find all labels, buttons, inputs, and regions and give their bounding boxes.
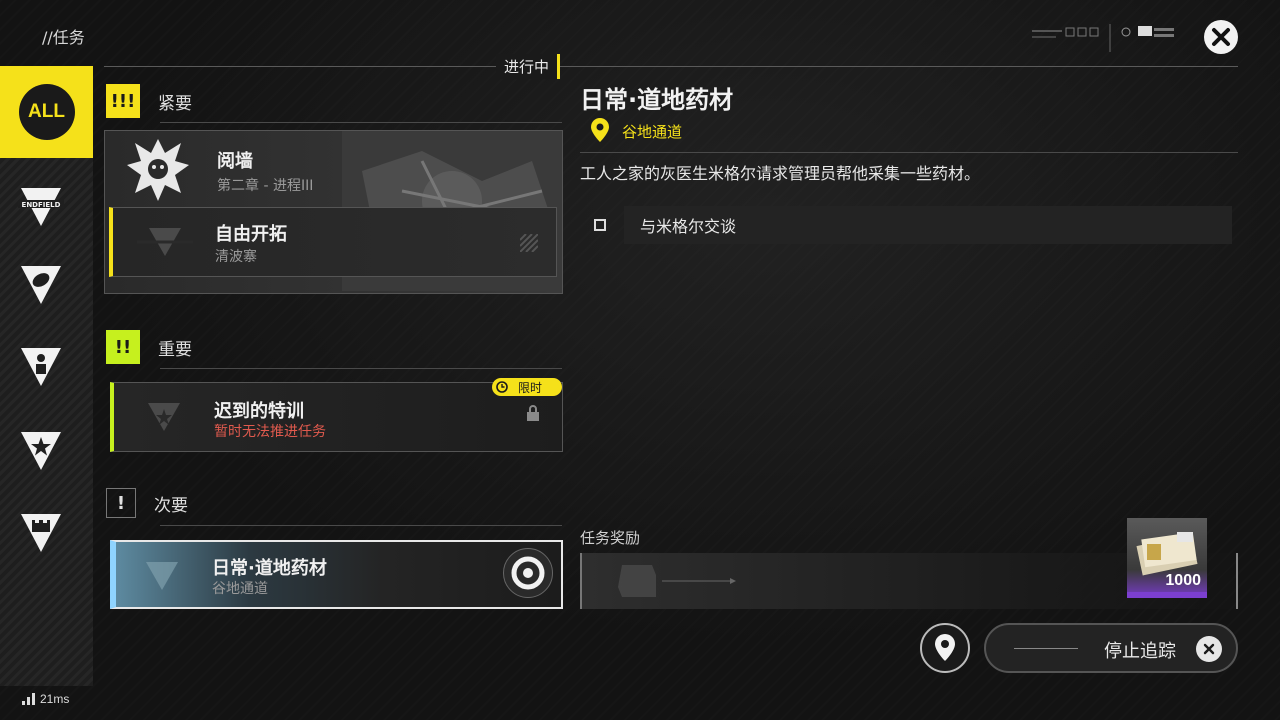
time-limited-label: 限时	[518, 380, 543, 395]
person-category-icon	[21, 348, 61, 386]
quest-emblem-icon	[137, 228, 193, 256]
reward-item-slot[interactable]: 1000	[1127, 518, 1207, 598]
category-leaf-tab[interactable]	[0, 244, 82, 326]
reward-crate-icon	[618, 565, 736, 597]
target-icon	[511, 556, 545, 590]
signal-icon	[22, 693, 35, 705]
category-all-tab[interactable]: ALL	[0, 66, 93, 158]
objective-text: 与米格尔交谈	[624, 206, 1232, 244]
section-divider	[160, 368, 562, 369]
important-icon: !!	[106, 330, 140, 364]
category-all-label: ALL	[18, 84, 75, 140]
objective-checkbox	[594, 219, 606, 231]
section-minor: ! 次要	[106, 488, 188, 518]
location-label: 谷地通道	[622, 122, 683, 141]
tracking-toggle-button[interactable]	[503, 548, 553, 598]
dragon-emblem-icon	[127, 139, 189, 201]
quest-subtitle: 谷地通道	[212, 581, 268, 597]
close-icon	[1196, 636, 1222, 662]
urgent-icon: !!!	[106, 84, 140, 118]
endfield-icon: ENDFIELD	[18, 188, 64, 226]
quest-title: 迟到的特训	[214, 401, 304, 422]
reward-count: 1000	[1165, 572, 1201, 589]
stop-tracking-label: 停止追踪	[1104, 641, 1176, 662]
section-minor-label: 次要	[154, 495, 188, 516]
ping-value: 21ms	[40, 692, 70, 706]
reward-edge-line	[1236, 553, 1238, 609]
section-divider	[160, 122, 562, 123]
page-title: //任务	[42, 28, 85, 47]
status-tag: 进行中	[496, 54, 561, 79]
quest-description: 工人之家的灰医生米格尔请求管理员帮他采集一些药材。	[580, 164, 981, 183]
detail-divider	[580, 152, 1238, 153]
time-limited-badge: 限时	[492, 378, 562, 396]
reward-label: 任务奖励	[580, 529, 641, 547]
quest-emblem-icon	[148, 403, 180, 431]
section-urgent: !!! 紧要	[106, 84, 192, 118]
close-button[interactable]	[1204, 20, 1238, 54]
category-sidebar: ALL ENDFIELD	[0, 66, 93, 686]
quest-detail-title: 日常·道地药材	[580, 86, 734, 114]
location-pin-icon	[591, 118, 609, 142]
quest-location: 谷地通道	[590, 118, 682, 144]
quest-emblem-icon	[146, 562, 178, 590]
stop-tracking-button[interactable]: 停止追踪	[984, 623, 1238, 673]
map-pin-icon	[935, 634, 955, 661]
section-important-label: 重要	[158, 339, 192, 360]
quest-title: 自由开拓	[215, 224, 287, 245]
section-divider	[160, 525, 562, 526]
clock-icon	[496, 381, 508, 393]
category-endfield-tab[interactable]: ENDFIELD	[0, 166, 82, 248]
section-important: !! 重要	[106, 330, 192, 364]
section-urgent-label: 紧要	[158, 93, 192, 114]
star-category-icon	[21, 432, 61, 470]
objective-item: 与米格尔交谈	[580, 206, 1232, 244]
category-castle-tab[interactable]	[0, 492, 82, 574]
map-location-button[interactable]	[920, 623, 970, 673]
currency-bundle-icon	[1136, 532, 1198, 576]
castle-category-icon	[21, 514, 61, 552]
category-person-tab[interactable]	[0, 326, 82, 408]
quest-card-daily[interactable]: 日常·道地药材 谷地通道	[110, 540, 563, 609]
quest-title: 日常·道地药材	[212, 558, 327, 579]
decorative-hud-icon	[1032, 24, 1174, 52]
quest-title: 阅墙	[217, 151, 253, 172]
close-icon	[1212, 28, 1230, 46]
quest-card-explore[interactable]: 自由开拓 清波寨	[109, 207, 557, 277]
header-divider	[104, 66, 1238, 67]
button-deco-line	[1014, 648, 1078, 649]
lock-icon	[527, 405, 539, 421]
quest-subtitle: 第二章 - 进程III	[217, 178, 314, 194]
urgent-quest-group: 阅墙 第二章 - 进程III 自由开拓 清波寨	[104, 130, 563, 294]
minor-icon: !	[106, 488, 136, 518]
category-star-tab[interactable]	[0, 410, 82, 492]
quest-subtitle: 清波寨	[215, 249, 257, 265]
stripe-mark-icon	[520, 234, 538, 252]
network-status: 21ms	[22, 692, 69, 706]
endfield-logo-text: ENDFIELD	[22, 201, 61, 209]
leaf-category-icon	[21, 266, 61, 304]
quest-status-warning: 暂时无法推进任务	[214, 424, 326, 440]
